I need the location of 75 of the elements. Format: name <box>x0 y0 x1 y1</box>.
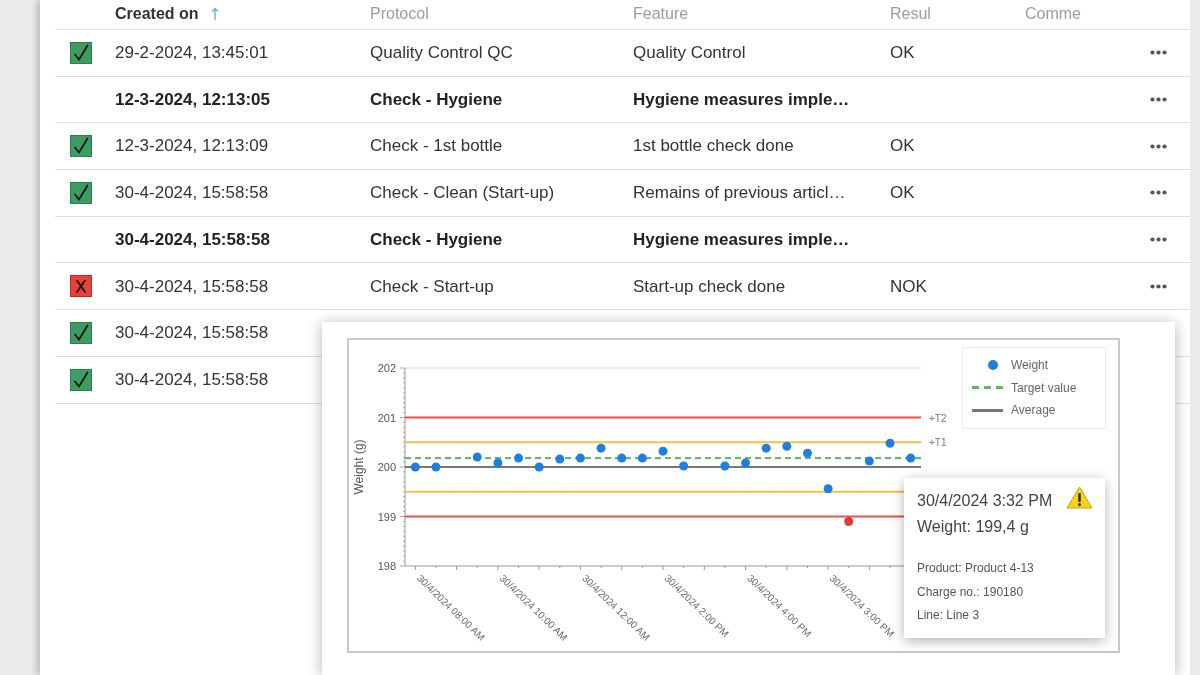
data-point[interactable] <box>741 458 751 468</box>
tooltip-detail: Product: Product 4-13 <box>917 560 1035 577</box>
data-point[interactable] <box>514 453 523 463</box>
sort-arrow-icon[interactable] <box>210 7 219 22</box>
data-point[interactable] <box>844 516 854 526</box>
y-tick-label: 199 <box>377 510 396 523</box>
table-cell: Check - 1st bottle <box>370 136 503 156</box>
table-cell: Remains of previous articl… <box>633 183 846 203</box>
table-cell: 30-4-2024, 15:58:58 <box>115 323 269 343</box>
table-cell: OK <box>890 183 915 203</box>
table-cell: 1st bottle check done <box>633 136 794 156</box>
table-cell: Start-up check done <box>633 276 786 296</box>
table-cell: 30-4-2024, 15:58:58 <box>115 229 270 249</box>
data-point[interactable] <box>720 461 730 471</box>
table-cell: Check - Hygiene <box>370 229 503 249</box>
data-point[interactable] <box>617 453 627 463</box>
data-point[interactable] <box>658 446 668 456</box>
table-cell: Check - Start-up <box>370 276 494 296</box>
tooltip-detail: Charge no.: 190180 <box>917 583 1025 601</box>
table-cell: 29-2-2024, 13:45:01 <box>115 43 269 63</box>
data-point[interactable] <box>493 458 503 468</box>
table-cell: OK <box>890 43 915 63</box>
table-cell: Quality Control QC <box>370 43 513 63</box>
data-point[interactable] <box>864 456 874 466</box>
data-point[interactable] <box>431 462 441 472</box>
legend-label: Target value <box>1011 379 1077 397</box>
data-point[interactable] <box>803 448 812 458</box>
y-tick-label: 201 <box>377 411 396 424</box>
table-cell: 30-4-2024, 15:58:58 <box>115 369 269 389</box>
table-cell: Check - Hygiene <box>370 89 503 109</box>
more-icon[interactable] <box>1150 237 1167 243</box>
data-point[interactable] <box>472 452 482 462</box>
column-header[interactable]: Resul <box>890 5 931 23</box>
more-icon[interactable] <box>1150 190 1167 196</box>
column-header[interactable]: Created on <box>115 5 199 23</box>
data-point[interactable] <box>679 461 689 471</box>
data-point[interactable] <box>534 462 544 472</box>
table-cell: 30-4-2024, 15:58:58 <box>115 183 269 203</box>
more-icon[interactable] <box>1150 143 1167 149</box>
data-point[interactable] <box>410 462 420 472</box>
column-header[interactable]: Comme <box>1025 5 1081 23</box>
tooltip-title: 30/4/2024 3:32 PM <box>917 491 1053 511</box>
tooltip-detail: Line: Line 3 <box>917 607 981 624</box>
limit-label: +T1 <box>929 437 947 449</box>
data-point[interactable] <box>637 453 647 463</box>
y-axis-title: Weight (g) <box>352 439 366 495</box>
y-tick-label: 200 <box>377 461 396 473</box>
data-point[interactable] <box>885 438 895 448</box>
data-point[interactable] <box>782 441 792 451</box>
more-icon[interactable] <box>1150 283 1167 289</box>
data-point[interactable] <box>555 454 565 464</box>
limit-label: +T2 <box>929 412 947 424</box>
legend-label: Weight <box>1011 357 1049 375</box>
legend-label: Average <box>1011 402 1056 420</box>
tooltip-value: Weight: 199,4 g <box>917 517 1030 537</box>
table-cell: 30-4-2024, 15:58:58 <box>115 276 269 296</box>
table-cell: 12-3-2024, 12:13:09 <box>115 136 269 156</box>
y-tick-label: 198 <box>377 560 396 572</box>
table-cell: Hygiene measures imple… <box>633 229 850 249</box>
data-point[interactable] <box>761 443 771 453</box>
column-header[interactable]: Protocol <box>370 5 429 23</box>
data-point[interactable] <box>823 484 833 494</box>
more-icon[interactable] <box>1150 50 1167 56</box>
data-point[interactable] <box>596 443 606 453</box>
table-cell: OK <box>890 136 915 156</box>
table-cell: Quality Control <box>633 43 746 63</box>
table-cell: 12-3-2024, 12:13:05 <box>115 89 270 109</box>
table-cell: Check - Clean (Start-up) <box>370 183 555 203</box>
more-icon[interactable] <box>1150 97 1167 103</box>
data-point[interactable] <box>906 453 916 463</box>
y-tick-label: 202 <box>377 362 396 374</box>
column-header[interactable]: Feature <box>633 5 689 23</box>
data-point[interactable] <box>575 453 585 463</box>
table-cell: NOK <box>890 276 927 296</box>
table-cell: Hygiene measures imple… <box>633 89 850 109</box>
